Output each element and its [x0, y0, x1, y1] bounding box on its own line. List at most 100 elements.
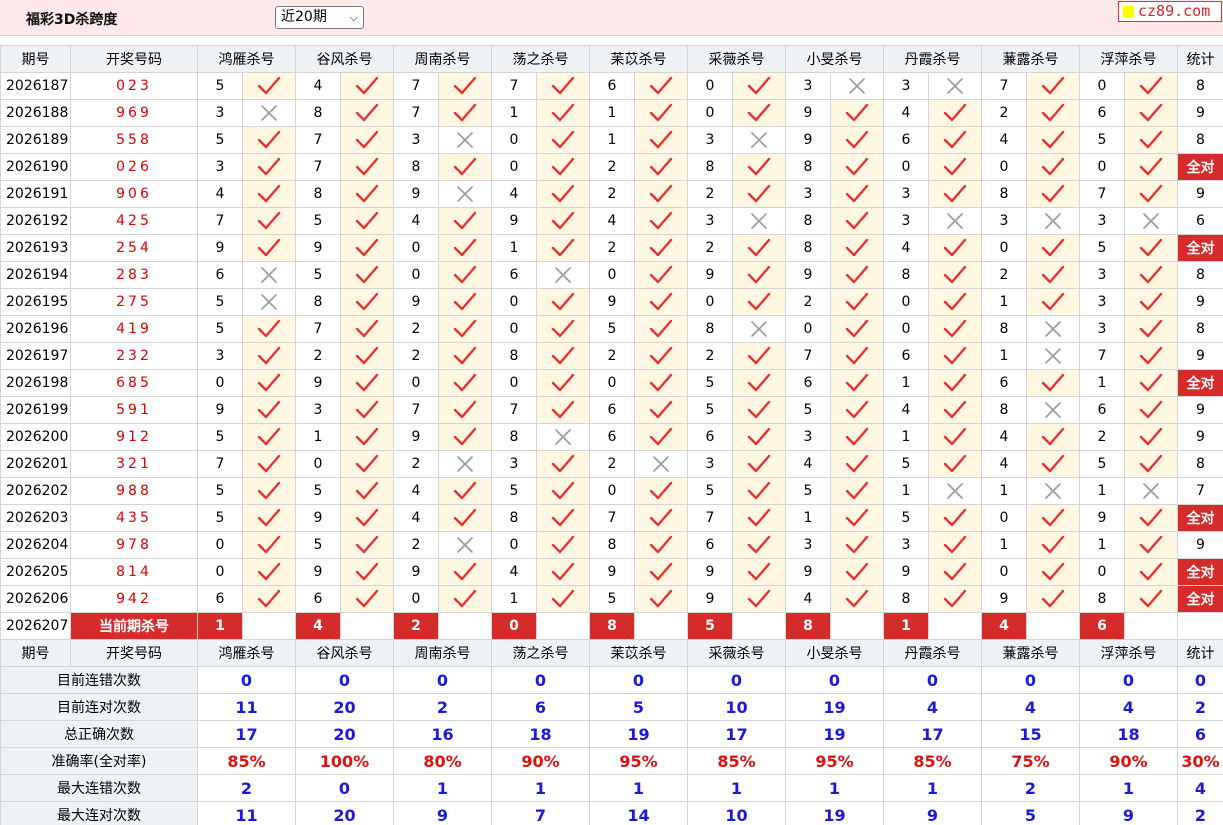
table-row: 2026198 685 0 9 0 0 0 5 6 1 6 1 全对	[0, 369, 1223, 397]
stat-value: 0	[393, 666, 492, 694]
stat-value: 1	[687, 774, 786, 802]
check-icon	[928, 288, 982, 316]
check-icon	[634, 315, 688, 343]
kill-number: 0	[393, 585, 439, 613]
kill-number: 9	[785, 261, 831, 289]
current-kill-spacer	[1026, 612, 1080, 640]
stat-value: 1	[491, 774, 590, 802]
kill-number: 5	[883, 504, 929, 532]
check-icon	[536, 180, 590, 208]
kill-number: 5	[295, 207, 341, 235]
issue-number: 2026195	[0, 288, 71, 316]
current-kill-label: 当前期杀号	[70, 612, 198, 640]
current-kill-spacer	[732, 612, 786, 640]
current-kill-number: 4	[981, 612, 1027, 640]
col-expert-header: 鸿雁杀号	[197, 45, 296, 73]
stat-row: 总正确次数 17 20 16 18 19 17 19 17 15 18 6	[0, 720, 1223, 748]
kill-number: 1	[1079, 477, 1125, 505]
stat-value: 0	[883, 666, 982, 694]
kill-number: 3	[785, 72, 831, 100]
draw-number: 023	[70, 72, 198, 100]
check-icon	[732, 153, 786, 181]
draw-number: 912	[70, 423, 198, 451]
cross-icon	[438, 531, 492, 559]
stat-label: 最大连对次数	[0, 801, 198, 825]
col-expert-header: 苿苡杀号	[589, 639, 688, 667]
stat-value: 19	[589, 720, 688, 748]
check-icon	[634, 180, 688, 208]
brand-logo[interactable]: cz89.com	[1118, 1, 1222, 22]
check-icon	[536, 477, 590, 505]
check-icon	[634, 531, 688, 559]
kill-number: 9	[687, 558, 733, 586]
kill-number: 4	[393, 207, 439, 235]
kill-number: 2	[981, 261, 1027, 289]
stat-label: 总正确次数	[0, 720, 198, 748]
stat-value: 9	[883, 801, 982, 825]
check-icon	[732, 261, 786, 289]
kill-number: 9	[393, 288, 439, 316]
kill-number: 4	[589, 207, 635, 235]
stat-value: 1	[589, 774, 688, 802]
kill-number: 1	[883, 423, 929, 451]
stat-value: 10	[687, 693, 786, 721]
kill-number: 0	[491, 153, 537, 181]
cross-icon	[1026, 477, 1080, 505]
kill-number: 5	[197, 477, 243, 505]
check-icon	[1124, 99, 1178, 127]
check-icon	[634, 153, 688, 181]
row-count: 6	[1177, 207, 1223, 235]
check-icon	[634, 234, 688, 262]
kill-number: 5	[491, 477, 537, 505]
draw-number: 969	[70, 99, 198, 127]
kill-number: 2	[687, 342, 733, 370]
check-icon	[732, 234, 786, 262]
draw-number: 942	[70, 585, 198, 613]
current-kill-number: 5	[687, 612, 733, 640]
col-expert-header: 苿苡杀号	[589, 45, 688, 73]
kill-number: 9	[197, 396, 243, 424]
table-row: 2026200 912 5 1 9 8 6 6 3 1 4 2 9	[0, 423, 1223, 451]
col-expert-header: 周南杀号	[393, 639, 492, 667]
kill-number: 3	[883, 72, 929, 100]
kill-number: 5	[197, 288, 243, 316]
kill-number: 3	[883, 531, 929, 559]
kill-number: 0	[981, 504, 1027, 532]
check-icon	[634, 558, 688, 586]
check-icon	[1026, 234, 1080, 262]
check-icon	[830, 342, 884, 370]
issue-number: 2026193	[0, 234, 71, 262]
check-icon	[242, 558, 296, 586]
kill-number: 9	[687, 585, 733, 613]
cross-icon	[928, 207, 982, 235]
check-icon	[830, 180, 884, 208]
check-icon	[732, 423, 786, 451]
check-icon	[830, 477, 884, 505]
check-icon	[242, 450, 296, 478]
kill-number: 6	[785, 369, 831, 397]
col-expert-header: 浮萍杀号	[1079, 45, 1178, 73]
table-row: 2026194 283 6 5 0 6 0 9 9 8 2 3 8	[0, 261, 1223, 289]
kill-number: 7	[197, 450, 243, 478]
check-icon	[438, 396, 492, 424]
kill-number: 2	[589, 180, 635, 208]
kill-number: 3	[197, 99, 243, 127]
col-count-header: 统计	[1177, 639, 1223, 667]
check-icon	[634, 342, 688, 370]
col-expert-header: 荡之杀号	[491, 639, 590, 667]
check-icon	[1026, 288, 1080, 316]
row-count: 9	[1177, 180, 1223, 208]
kill-number: 2	[589, 450, 635, 478]
stat-value: 80%	[393, 747, 492, 775]
period-select[interactable]: 近20期 ⌵	[275, 6, 364, 29]
kill-number: 5	[197, 72, 243, 100]
page-title: 福彩3D杀跨度	[26, 12, 118, 28]
kill-number: 5	[1079, 450, 1125, 478]
kill-number: 7	[785, 342, 831, 370]
check-icon	[536, 504, 590, 532]
check-icon	[830, 153, 884, 181]
kill-number: 8	[981, 180, 1027, 208]
row-count: 9	[1177, 396, 1223, 424]
check-icon	[242, 315, 296, 343]
kill-number: 0	[589, 369, 635, 397]
